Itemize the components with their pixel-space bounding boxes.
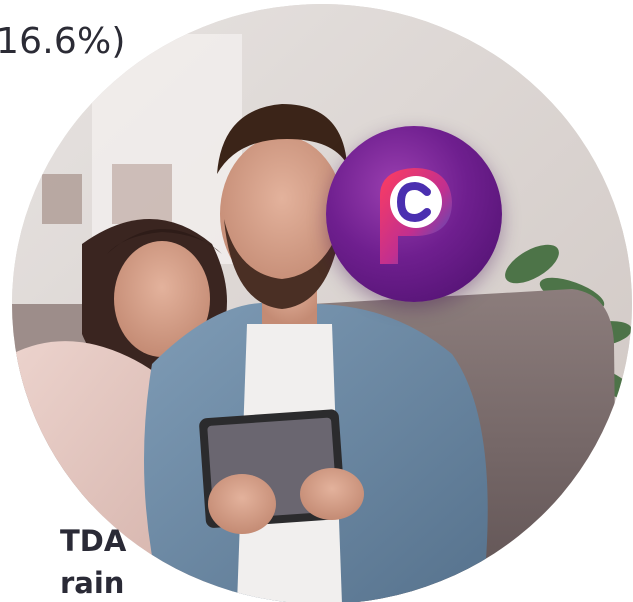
app-badge — [326, 126, 502, 302]
promo-page: 16.6%) TDA rain — [0, 0, 633, 602]
app-logo-icon — [380, 168, 452, 264]
percent-stat-text: 16.6%) — [0, 21, 126, 62]
caption-line-1: TDA — [60, 524, 127, 558]
couple-photo — [12, 4, 632, 602]
caption-line-2: rain — [60, 566, 125, 600]
